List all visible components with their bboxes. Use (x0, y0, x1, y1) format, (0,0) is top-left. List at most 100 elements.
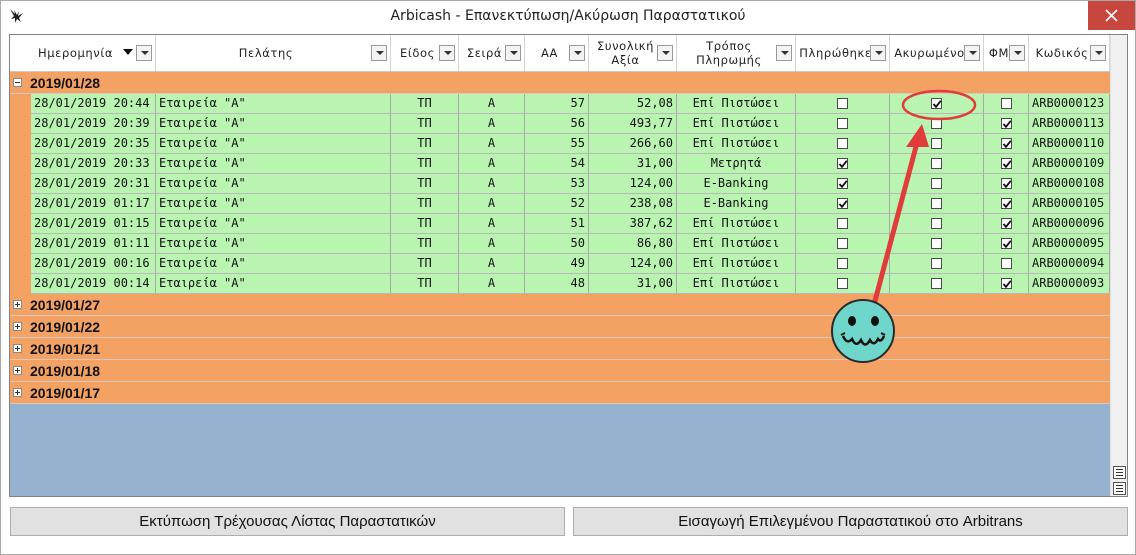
cell-paid[interactable] (796, 94, 890, 113)
checkbox-checked[interactable] (931, 98, 942, 109)
cell-cancelled[interactable] (890, 274, 984, 293)
column-header-customer[interactable]: Πελάτης (156, 35, 391, 71)
cell-fm[interactable] (984, 274, 1029, 293)
filter-dropdown-icon[interactable] (439, 45, 455, 61)
checkbox-unchecked[interactable] (837, 118, 848, 129)
table-row[interactable]: 28/01/2019 01:17 Εταιρεία "Α" ΤΠ Α 52 238,08 E… (31, 194, 1110, 214)
checkbox-unchecked[interactable] (837, 138, 848, 149)
group-row[interactable]: 2019/01/28 (10, 72, 1110, 94)
table-row[interactable]: 28/01/2019 00:16 Εταιρεία "Α" ΤΠ Α 49 124,00 Ε… (31, 254, 1110, 274)
checkbox-unchecked[interactable] (931, 198, 942, 209)
column-header-code[interactable]: Κωδικός (1029, 35, 1110, 71)
filter-dropdown-icon[interactable] (136, 45, 152, 61)
collapse-icon[interactable] (13, 78, 22, 87)
group-row[interactable]: 2019/01/17 (10, 382, 1110, 404)
group-row[interactable]: 2019/01/21 (10, 338, 1110, 360)
checkbox-unchecked[interactable] (837, 98, 848, 109)
cell-paid[interactable] (796, 194, 890, 213)
import-selected-button[interactable]: Εισαγωγή Επιλεγμένου Παραστατικού στο Ar… (573, 507, 1128, 536)
checkbox-checked[interactable] (1001, 158, 1012, 169)
checkbox-unchecked[interactable] (931, 158, 942, 169)
checkbox-checked[interactable] (1001, 118, 1012, 129)
cell-paid[interactable] (796, 274, 890, 293)
cell-paid[interactable] (796, 214, 890, 233)
filter-dropdown-icon[interactable] (1009, 45, 1025, 61)
group-row[interactable]: 2019/01/27 (10, 294, 1110, 316)
table-row[interactable]: 28/01/2019 20:33 Εταιρεία "Α" ΤΠ Α 54 31,00 Με… (31, 154, 1110, 174)
checkbox-checked[interactable] (1001, 138, 1012, 149)
checkbox-unchecked[interactable] (1001, 258, 1012, 269)
cell-fm[interactable] (984, 114, 1029, 133)
cell-cancelled[interactable] (890, 94, 984, 113)
checkbox-checked[interactable] (837, 178, 848, 189)
checkbox-checked[interactable] (1001, 198, 1012, 209)
checkbox-unchecked[interactable] (1001, 98, 1012, 109)
column-header-aa[interactable]: ΑΑ (525, 35, 589, 71)
cell-fm[interactable] (984, 194, 1029, 213)
checkbox-unchecked[interactable] (931, 238, 942, 249)
cell-cancelled[interactable] (890, 114, 984, 133)
filter-dropdown-icon[interactable] (657, 45, 673, 61)
checkbox-unchecked[interactable] (837, 258, 848, 269)
cell-cancelled[interactable] (890, 214, 984, 233)
documents-grid[interactable]: Ημερομηνία Πελάτης Είδος Σειρά ΑΑ Συνολική Αξ… (9, 34, 1128, 497)
cell-paid[interactable] (796, 174, 890, 193)
cell-paid[interactable] (796, 234, 890, 253)
checkbox-checked[interactable] (837, 198, 848, 209)
table-row[interactable]: 28/01/2019 20:31 Εταιρεία "Α" ΤΠ Α 53 124,00 E… (31, 174, 1110, 194)
expand-icon[interactable] (13, 388, 22, 397)
checkbox-unchecked[interactable] (837, 278, 848, 289)
table-row[interactable]: 28/01/2019 01:11 Εταιρεία "Α" ΤΠ Α 50 86,80 Επ… (31, 234, 1110, 254)
column-header-fm[interactable]: ΦΜ (984, 35, 1029, 71)
cell-cancelled[interactable] (890, 154, 984, 173)
cell-cancelled[interactable] (890, 194, 984, 213)
column-header-paid[interactable]: Πληρώθηκε (796, 35, 890, 71)
column-header-payment[interactable]: Τρόπος Πληρωμής (677, 35, 796, 71)
filter-dropdown-icon[interactable] (371, 45, 387, 61)
vertical-scrollbar[interactable] (1110, 35, 1127, 496)
cell-paid[interactable] (796, 114, 890, 133)
checkbox-checked[interactable] (837, 158, 848, 169)
table-row[interactable]: 28/01/2019 20:39 Εταιρεία "Α" ΤΠ Α 56 493,77 Ε… (31, 114, 1110, 134)
group-row[interactable]: 2019/01/18 (10, 360, 1110, 382)
filter-dropdown-icon[interactable] (964, 45, 980, 61)
column-header-series[interactable]: Σειρά (459, 35, 525, 71)
cell-cancelled[interactable] (890, 234, 984, 253)
cell-paid[interactable] (796, 254, 890, 273)
checkbox-checked[interactable] (1001, 238, 1012, 249)
filter-dropdown-icon[interactable] (776, 45, 792, 61)
expand-icon[interactable] (13, 322, 22, 331)
column-chooser-icon[interactable] (1113, 466, 1126, 479)
checkbox-unchecked[interactable] (837, 218, 848, 229)
cell-fm[interactable] (984, 94, 1029, 113)
filter-dropdown-icon[interactable] (870, 45, 886, 61)
expand-icon[interactable] (13, 366, 22, 375)
expand-icon[interactable] (13, 300, 22, 309)
table-row[interactable]: 28/01/2019 20:44 Εταιρεία "Α" ΤΠ Α 57 52,08 Επ… (31, 94, 1110, 114)
checkbox-unchecked[interactable] (837, 238, 848, 249)
cell-paid[interactable] (796, 154, 890, 173)
checkbox-checked[interactable] (1001, 178, 1012, 189)
cell-cancelled[interactable] (890, 134, 984, 153)
cell-fm[interactable] (984, 234, 1029, 253)
cell-fm[interactable] (984, 134, 1029, 153)
checkbox-checked[interactable] (1001, 218, 1012, 229)
cell-fm[interactable] (984, 154, 1029, 173)
checkbox-unchecked[interactable] (931, 258, 942, 269)
cell-paid[interactable] (796, 134, 890, 153)
cell-cancelled[interactable] (890, 174, 984, 193)
table-row[interactable]: 28/01/2019 01:15 Εταιρεία "Α" ΤΠ Α 51 387,62 Ε… (31, 214, 1110, 234)
checkbox-checked[interactable] (1001, 278, 1012, 289)
cell-fm[interactable] (984, 214, 1029, 233)
expand-icon[interactable] (13, 344, 22, 353)
table-row[interactable]: 28/01/2019 20:35 Εταιρεία "Α" ΤΠ Α 55 266,60 Ε… (31, 134, 1110, 154)
checkbox-unchecked[interactable] (931, 178, 942, 189)
column-header-type[interactable]: Είδος (391, 35, 459, 71)
cell-cancelled[interactable] (890, 254, 984, 273)
close-button[interactable] (1088, 1, 1135, 30)
layout-menu-icon[interactable] (1113, 482, 1126, 495)
group-row[interactable]: 2019/01/22 (10, 316, 1110, 338)
checkbox-unchecked[interactable] (931, 218, 942, 229)
cell-fm[interactable] (984, 254, 1029, 273)
cell-fm[interactable] (984, 174, 1029, 193)
